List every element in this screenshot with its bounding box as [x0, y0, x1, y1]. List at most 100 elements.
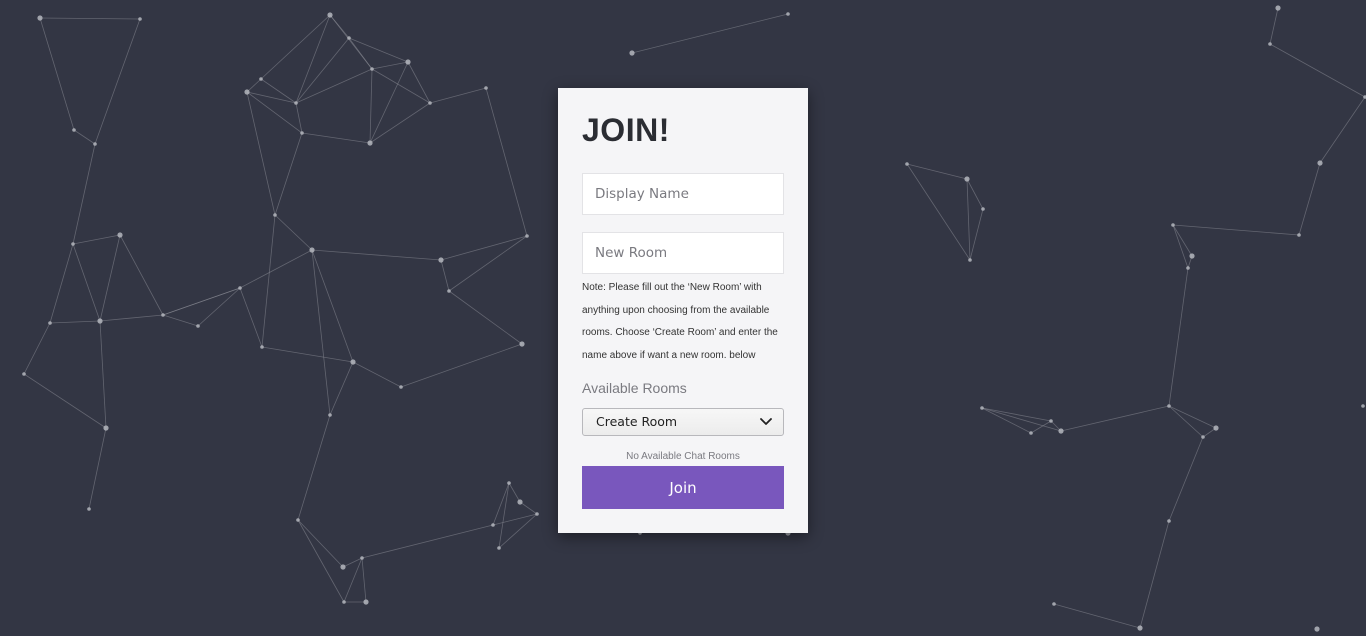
network-line — [448, 290, 523, 345]
network-node — [497, 546, 501, 550]
network-node — [981, 207, 985, 211]
network-line — [1168, 405, 1204, 438]
network-line — [429, 87, 487, 104]
network-line — [261, 214, 276, 348]
join-button[interactable]: Join — [582, 466, 784, 509]
network-line — [1053, 603, 1141, 629]
network-line — [99, 314, 164, 322]
network-line — [329, 14, 373, 70]
chevron-down-icon — [760, 418, 772, 425]
network-line — [23, 322, 51, 375]
network-line — [295, 37, 350, 104]
instructions-note: Note: Please fill out the ‘New Room’ wit… — [582, 282, 778, 361]
network-line — [261, 346, 354, 363]
network-line — [1298, 162, 1321, 236]
network-line — [297, 414, 331, 521]
network-line — [99, 234, 121, 322]
network-line — [295, 102, 303, 134]
network-line — [448, 235, 528, 292]
network-node — [294, 101, 298, 105]
network-node — [507, 481, 511, 485]
network-node — [968, 258, 972, 262]
network-line — [311, 249, 442, 261]
network-line — [371, 61, 409, 70]
network-node — [1171, 223, 1175, 227]
network-line — [981, 407, 1052, 422]
network-node — [519, 341, 525, 347]
network-node — [328, 413, 332, 417]
network-node — [37, 15, 43, 21]
network-line — [274, 132, 303, 216]
network-node — [347, 36, 351, 40]
network-node — [103, 425, 109, 431]
network-line — [1168, 405, 1217, 429]
network-line — [906, 163, 968, 180]
network-node — [1186, 266, 1190, 270]
network-line — [88, 427, 107, 510]
network-node — [363, 599, 369, 605]
network-line — [1168, 267, 1189, 407]
network-node — [980, 406, 984, 410]
network-node — [405, 59, 411, 65]
network-node — [97, 318, 103, 324]
network-line — [508, 482, 521, 503]
network-node — [964, 176, 970, 182]
new-room-input[interactable] — [582, 232, 784, 274]
network-line — [239, 249, 313, 289]
network-node — [1058, 428, 1064, 434]
network-line — [246, 78, 262, 93]
network-line — [197, 287, 241, 327]
network-line — [519, 501, 538, 515]
network-line — [1269, 43, 1366, 98]
page-title: JOIN! — [582, 112, 670, 148]
network-line — [400, 343, 523, 388]
network-node — [296, 518, 300, 522]
network-node — [309, 247, 315, 253]
network-node — [1213, 425, 1219, 431]
rooms-select[interactable]: Create Room — [582, 408, 784, 436]
network-line — [49, 243, 74, 324]
network-line — [94, 18, 141, 145]
network-node — [1167, 519, 1171, 523]
network-node — [535, 512, 539, 516]
network-node — [244, 89, 250, 95]
network-line — [73, 129, 96, 145]
network-node — [1275, 5, 1281, 11]
network-line — [72, 143, 96, 245]
network-node — [93, 142, 97, 146]
network-node — [340, 564, 346, 570]
network-node — [370, 67, 374, 71]
network-line — [162, 314, 199, 327]
network-line — [1168, 436, 1204, 522]
network-node — [1201, 435, 1205, 439]
network-node — [447, 289, 451, 293]
network-node — [525, 234, 529, 238]
network-node — [1317, 160, 1323, 166]
network-node — [196, 324, 200, 328]
network-node — [300, 131, 304, 135]
network-line — [498, 482, 510, 549]
network-node — [1189, 253, 1195, 259]
network-node — [629, 50, 635, 56]
network-node — [1268, 42, 1272, 46]
network-line — [631, 13, 789, 54]
network-node — [238, 286, 242, 290]
network-node — [327, 12, 333, 18]
network-line — [23, 373, 107, 429]
display-name-input[interactable] — [582, 173, 784, 215]
network-line — [329, 361, 354, 416]
network-node — [484, 86, 488, 90]
network-node — [360, 556, 364, 560]
network-line — [369, 61, 409, 144]
network-node — [273, 213, 277, 217]
network-line — [352, 361, 402, 388]
network-line — [969, 208, 984, 261]
network-line — [162, 287, 241, 316]
network-node — [367, 140, 373, 146]
network-node — [786, 12, 790, 16]
network-node — [138, 17, 142, 21]
network-node — [87, 507, 91, 511]
network-node — [161, 313, 165, 317]
network-node — [491, 523, 495, 527]
network-node — [22, 372, 26, 376]
